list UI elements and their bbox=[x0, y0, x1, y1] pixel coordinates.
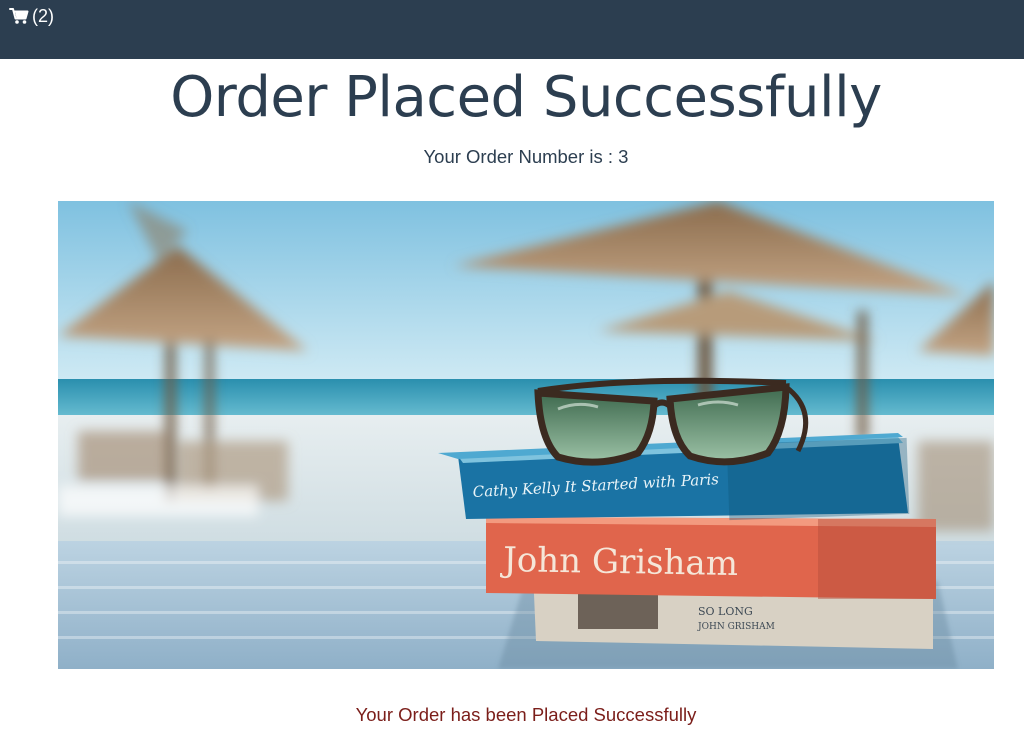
hero-image: SO LONG JOHN GRISHAM John Grisham Cathy … bbox=[58, 201, 994, 669]
book-title-john-grisham: John Grisham bbox=[500, 540, 739, 584]
cart-count: (2) bbox=[32, 5, 54, 26]
svg-text:SO LONG: SO LONG bbox=[698, 605, 753, 618]
cart-link[interactable]: (2) bbox=[9, 4, 54, 28]
page-title: Order Placed Successfully bbox=[170, 65, 882, 130]
order-number-text: Your Order Number is : 3 bbox=[423, 146, 629, 167]
order-success-message: Your Order has been Placed Successfully bbox=[355, 704, 697, 725]
svg-text:JOHN GRISHAM: JOHN GRISHAM bbox=[697, 622, 775, 632]
shopping-cart-icon bbox=[9, 7, 29, 25]
top-navbar: (2) bbox=[0, 0, 1024, 59]
